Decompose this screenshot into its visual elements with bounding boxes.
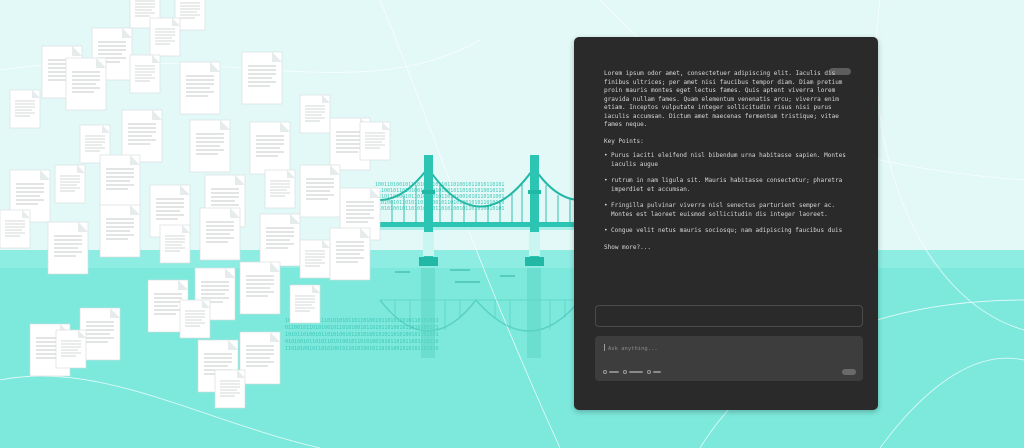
- search-button[interactable]: [647, 370, 661, 374]
- key-points-list: Purus iaciti eleifend nisl bibendum urna…: [604, 152, 854, 236]
- svg-text:101011010010110101001011010100: 1010110100101101010010110101001010110101…: [285, 332, 439, 338]
- response-content: Lorem ipsum odor amet, consectetuer adip…: [604, 70, 854, 252]
- svg-text:110101001011010100101101010010: 1101010010110101001011010100101101010010…: [285, 346, 439, 352]
- search-icon: [647, 370, 651, 374]
- prompt-input[interactable]: Ask anything...: [595, 336, 863, 381]
- show-more-link[interactable]: Show more?...: [604, 244, 854, 253]
- send-button[interactable]: [842, 369, 856, 375]
- svg-text:011001011010100101101010010110: 0110010110101001011010100101101011010010…: [285, 325, 439, 331]
- attach-icon: [603, 370, 607, 374]
- list-item: Fringilla pulvinar viverra nisl senectus…: [604, 202, 854, 219]
- input-placeholder: Ask anything...: [608, 346, 658, 352]
- list-item: Congue velit netus mauris sociosqu; nam …: [604, 227, 854, 236]
- text-caret: [604, 344, 605, 351]
- svg-text:010100101101011010100101101010: 0101001011010110101001011010100101011010…: [285, 339, 439, 345]
- list-item: rutrum in nam ligula sit. Mauris habitas…: [604, 177, 854, 194]
- summary-text: Lorem ipsum odor amet, consectetuer adip…: [604, 70, 843, 128]
- globe-icon: [623, 370, 627, 374]
- attach-button[interactable]: [603, 370, 619, 374]
- input-toolbar: [603, 370, 661, 374]
- previous-input-bar[interactable]: [595, 305, 863, 327]
- web-search-button[interactable]: [623, 370, 643, 374]
- key-points-title: Key Points:: [604, 137, 644, 145]
- assistant-panel: Lorem ipsum odor amet, consectetuer adip…: [574, 37, 878, 410]
- list-item: Purus iaciti eleifend nisl bibendum urna…: [604, 152, 854, 169]
